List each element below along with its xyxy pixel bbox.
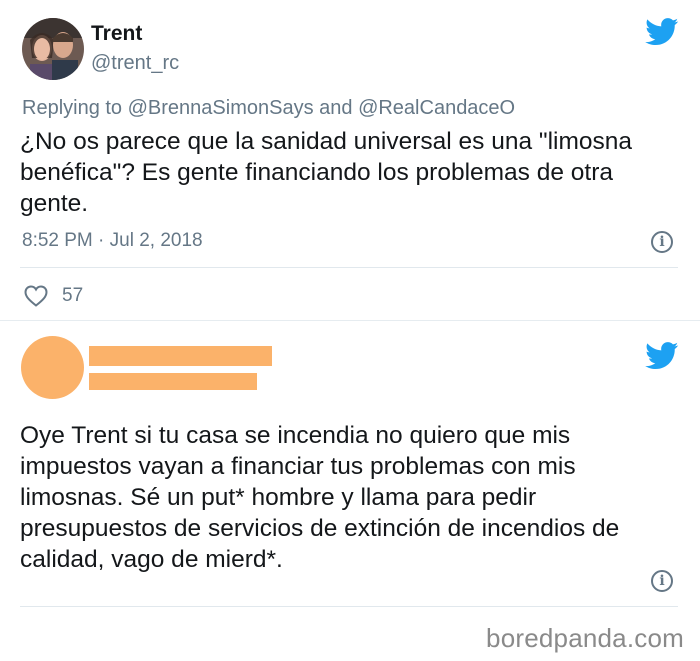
- avatar[interactable]: [22, 18, 84, 80]
- twitter-bird-icon[interactable]: [645, 342, 679, 370]
- display-name[interactable]: Trent: [91, 22, 142, 46]
- tweet-card-anonymous: Oye Trent si tu casa se incendia no quie…: [0, 322, 700, 622]
- reply-prefix: Replying to: [22, 97, 128, 119]
- timestamp[interactable]: 8:52 PM · Jul 2, 2018: [22, 230, 203, 252]
- divider: [20, 606, 678, 607]
- redacted-handle: [89, 373, 257, 390]
- tweet-text: ¿No os parece que la sanidad universal e…: [20, 128, 633, 217]
- info-icon[interactable]: i: [651, 231, 673, 253]
- like-button[interactable]: 57: [24, 285, 83, 307]
- like-count: 57: [62, 285, 84, 306]
- avatar-redacted: [21, 336, 84, 399]
- mention-link[interactable]: @BrennaSimonSays: [128, 97, 314, 119]
- heart-icon: [24, 285, 48, 307]
- divider: [20, 267, 678, 268]
- mention-link[interactable]: @RealCandaceO: [358, 97, 515, 119]
- reply-conjunction: and: [313, 97, 359, 119]
- watermark: boredpanda.com: [486, 623, 684, 653]
- redacted-name: [89, 346, 272, 366]
- user-handle[interactable]: @trent_rc: [91, 52, 179, 75]
- tweet-separator: [0, 320, 700, 321]
- twitter-bird-icon[interactable]: [645, 18, 679, 46]
- replying-to: Replying to @BrennaSimonSays and @RealCa…: [22, 97, 515, 120]
- info-icon[interactable]: i: [651, 570, 673, 592]
- tweet-text: Oye Trent si tu casa se incendia no quie…: [20, 422, 620, 573]
- tweet-card-trent: Trent @trent_rc Replying to @BrennaSimon…: [0, 0, 700, 320]
